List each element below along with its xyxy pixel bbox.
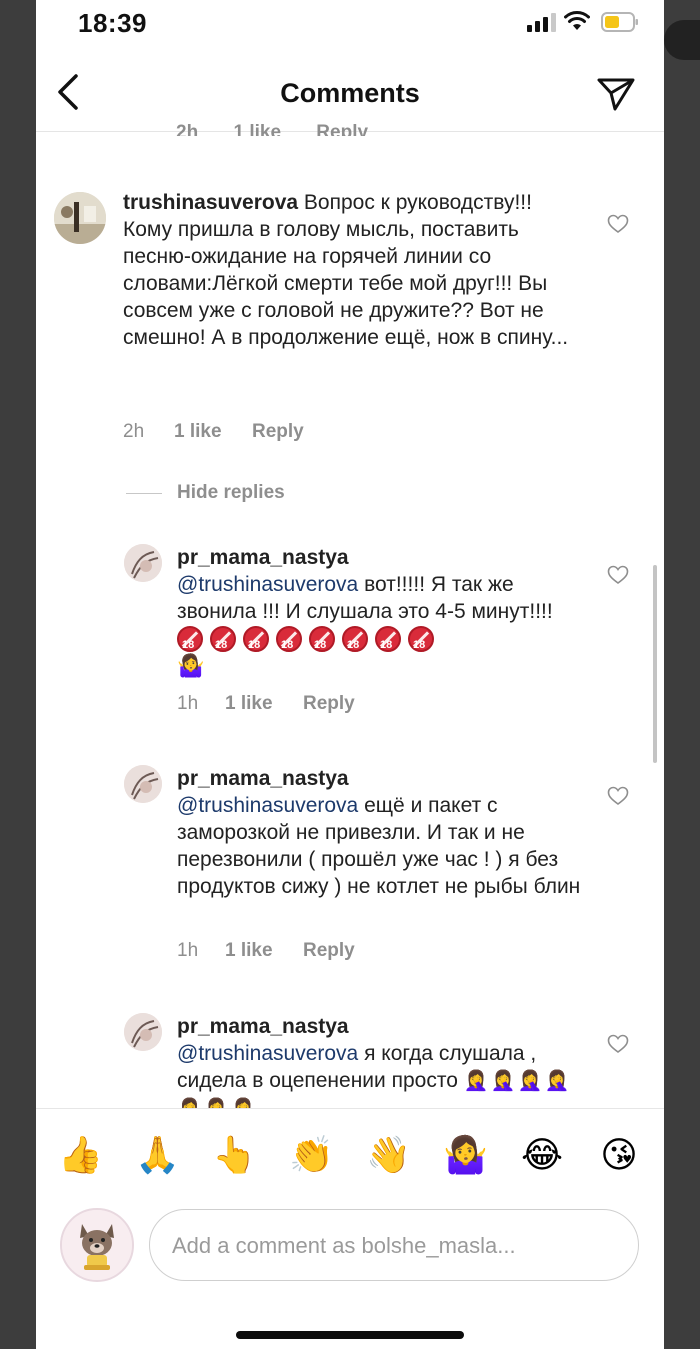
home-indicator [236, 1331, 464, 1339]
no-under-18-icon [276, 626, 302, 659]
comment-body: Вопрос к руководству!!! Кому пришла в го… [123, 191, 569, 349]
emoji-pointing-up[interactable]: 👆 [212, 1131, 257, 1179]
reply-comment: pr_mama_nastya @trushinasuverova я когда… [36, 1013, 664, 1108]
emoji-tears-of-joy[interactable]: 😂 [520, 1131, 564, 1179]
avatar-photo [124, 765, 162, 803]
emoji-thumbs-up[interactable]: 👍 [58, 1131, 103, 1179]
page-title: Comments [280, 78, 420, 108]
comment-likes[interactable]: 1 like [225, 693, 273, 715]
emoji-waving-hand[interactable]: 👋 [366, 1131, 411, 1179]
no-under-18-icon [177, 626, 203, 659]
comment-meta: 1h 1 like Reply [177, 693, 477, 717]
quick-emoji-bar: 👍 🙏 👆 👏 👋 🤷‍♀️ 😂 😘 [36, 1131, 664, 1191]
age-restriction-emojis [177, 626, 441, 659]
avatar[interactable] [124, 765, 162, 803]
avatar-photo [54, 192, 106, 244]
reply-button[interactable]: Reply [252, 421, 304, 443]
comment-likes[interactable]: 1 like [233, 122, 281, 136]
comment-time: 2h [176, 122, 199, 136]
heart-icon[interactable] [607, 565, 629, 585]
reply-button[interactable]: Reply [303, 693, 355, 715]
avatar[interactable] [54, 192, 106, 244]
avatar-photo [124, 544, 162, 582]
comment-text: trushinasuverova Вопрос к руководству!!!… [123, 189, 573, 351]
previous-comment-meta: 2h 1 like Reply [176, 122, 398, 136]
reply-button[interactable]: Reply [316, 122, 368, 136]
comment-mention[interactable]: @trushinasuverova [177, 1042, 358, 1065]
phone-screen: 18:39 Comments 2h 1 like Reply trushinas… [36, 0, 664, 1349]
comment-likes[interactable]: 1 like [225, 940, 273, 962]
comment-time: 1h [177, 940, 199, 961]
signal-icon [527, 13, 556, 32]
dog-avatar-icon [62, 1210, 132, 1280]
comment-username[interactable]: pr_mama_nastya [177, 1015, 349, 1038]
comment-username[interactable]: pr_mama_nastya [177, 767, 349, 790]
comment-time: 2h [123, 421, 145, 442]
no-under-18-icon [375, 626, 401, 659]
no-under-18-icon [210, 626, 236, 659]
emoji-clapping[interactable]: 👏 [289, 1131, 334, 1179]
heart-icon[interactable] [607, 1034, 629, 1054]
heart-icon[interactable] [607, 214, 629, 234]
heart-icon[interactable] [607, 786, 629, 806]
comment-mention[interactable]: @trushinasuverova [177, 573, 358, 596]
no-under-18-icon [243, 626, 269, 659]
avatar-photo [124, 1013, 162, 1051]
comment-composer: 👍 🙏 👆 👏 👋 🤷‍♀️ 😂 😘 [36, 1108, 664, 1349]
background-left [0, 0, 36, 1349]
comment-meta: 1h 1 like Reply [177, 940, 477, 964]
comment-username[interactable]: trushinasuverova [123, 191, 298, 214]
comment-text: pr_mama_nastya @trushinasuverova ещё и п… [177, 765, 587, 900]
comment-mention[interactable]: @trushinasuverova [177, 794, 358, 817]
my-avatar[interactable] [60, 1208, 134, 1282]
reply-button[interactable]: Reply [303, 940, 355, 962]
comment-time: 1h [177, 693, 199, 714]
comment-text: pr_mama_nastya @trushinasuverova я когда… [177, 1013, 597, 1108]
comment-text: pr_mama_nastya @trushinasuverova вот!!!!… [177, 544, 577, 680]
no-under-18-icon [342, 626, 368, 659]
emoji-folded-hands[interactable]: 🙏 [135, 1131, 180, 1179]
comment-likes[interactable]: 1 like [174, 421, 222, 443]
comment-input[interactable] [172, 1230, 612, 1262]
battery-icon [601, 12, 638, 32]
avatar[interactable] [124, 1013, 162, 1051]
status-time: 18:39 [78, 8, 147, 38]
header: Comments [36, 56, 664, 132]
comment-meta: 2h 1 like Reply [123, 421, 423, 445]
hide-replies-label: Hide replies [177, 482, 285, 503]
background-right [664, 0, 700, 1349]
no-under-18-icon [309, 626, 335, 659]
background-shape [664, 20, 700, 60]
emoji-woman-shrugging[interactable]: 🤷‍♀️ [443, 1131, 488, 1179]
avatar[interactable] [124, 544, 162, 582]
wifi-icon [564, 11, 590, 30]
emoji-kiss[interactable]: 😘 [597, 1131, 641, 1179]
divider [126, 493, 162, 494]
comment-input-field[interactable] [149, 1209, 639, 1281]
paper-plane-icon[interactable] [596, 76, 636, 112]
status-bar: 18:39 [36, 0, 664, 50]
comment-username[interactable]: pr_mama_nastya [177, 546, 349, 569]
scrollbar[interactable] [653, 565, 657, 763]
no-under-18-icon [408, 626, 434, 659]
